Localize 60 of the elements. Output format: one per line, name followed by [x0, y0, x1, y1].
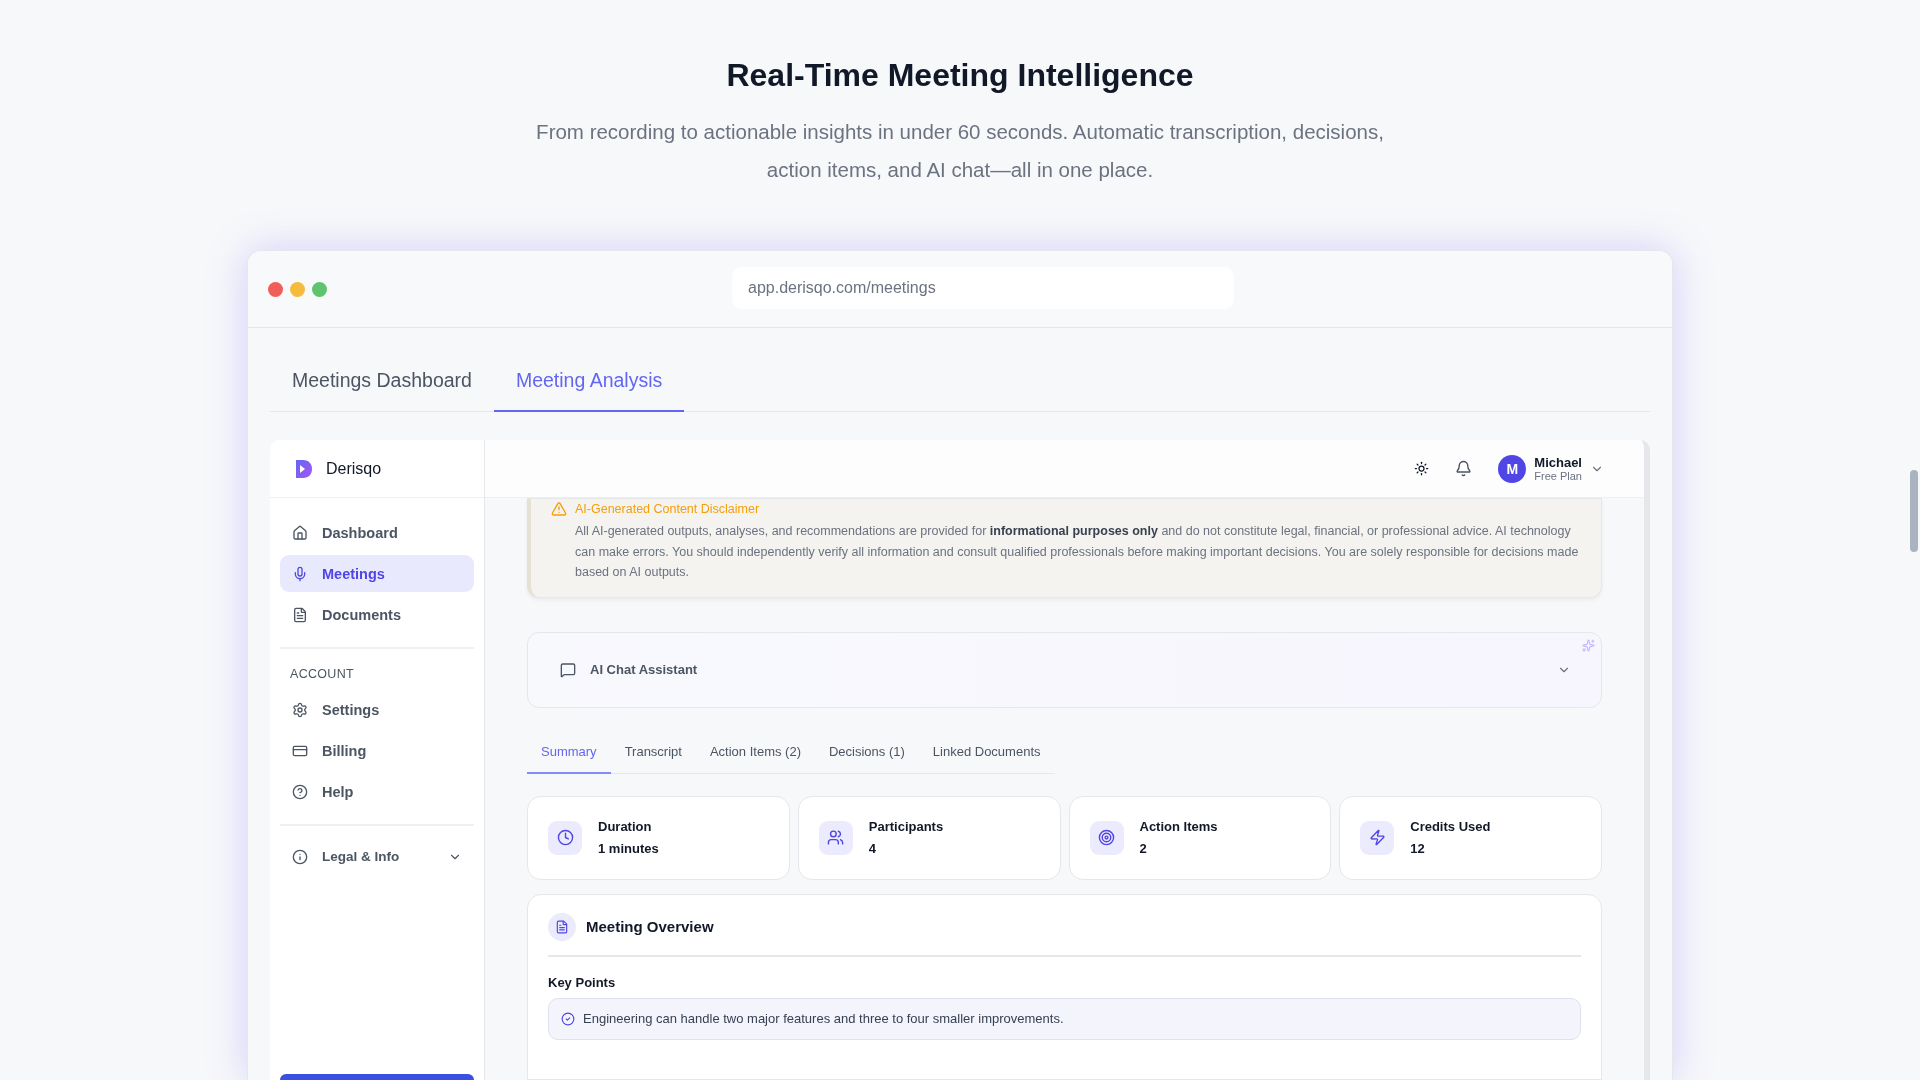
user-name: Michael	[1534, 455, 1582, 470]
content-tab[interactable]: Transcript	[610, 743, 696, 774]
key-points-heading: Key Points	[548, 974, 617, 990]
close-dot-icon[interactable]	[268, 281, 283, 297]
content-tab[interactable]: Action Items (2)	[695, 743, 815, 774]
stat-value: 1 minutes	[598, 841, 659, 856]
overview-title: Meeting Overview	[586, 918, 714, 935]
address-bar[interactable]: app.derisqo.com/meetings	[732, 267, 1234, 309]
document-icon	[548, 912, 576, 941]
minimize-dot-icon[interactable]	[290, 281, 305, 297]
theme-toggle-icon[interactable]	[1414, 461, 1430, 476]
lightning-icon	[1360, 820, 1395, 855]
user-plan: Free Plan	[1534, 470, 1582, 482]
stat-label: Action Items	[1139, 819, 1218, 834]
stat-label: Participants	[868, 819, 944, 834]
legal-info-menu[interactable]: Legal & Info	[280, 838, 474, 875]
info-icon	[292, 848, 308, 865]
clock-icon	[548, 820, 582, 855]
content-tab[interactable]: Linked Documents	[918, 743, 1055, 774]
maximize-dot-icon[interactable]	[312, 281, 327, 297]
logo-icon	[294, 458, 314, 479]
disclaimer-title: AI-Generated Content Disclaimer	[575, 502, 760, 516]
brand-name: Derisqo	[326, 459, 382, 478]
page-subtitle: From recording to actionable insights in under 60 seconds. Automatic transcription, decisions,	[536, 120, 1384, 144]
content-tab[interactable]: Summary	[527, 743, 611, 774]
stat-value: 4	[868, 841, 877, 856]
chat-icon	[560, 661, 576, 678]
page-subtitle: action items, and AI chat—all in one place.	[766, 158, 1154, 182]
gear-icon	[292, 701, 308, 718]
sidebar-item[interactable]: Billing	[280, 732, 474, 769]
sparkle-icon	[1582, 638, 1595, 652]
sidebar-item[interactable]: Settings	[280, 691, 474, 728]
user-avatar[interactable]: M	[1498, 454, 1527, 483]
help-icon	[292, 783, 308, 800]
sidebar-item[interactable]: Meetings	[280, 555, 474, 592]
bell-icon[interactable]	[1455, 460, 1473, 477]
chat-assistant-label: AI Chat Assistant	[590, 662, 699, 677]
content-tab[interactable]: Decisions (1)	[814, 743, 919, 774]
stat-value: 12	[1410, 841, 1426, 856]
home-icon	[292, 524, 308, 541]
sidebar-item[interactable]: Documents	[280, 596, 474, 633]
page-heading: Real-Time Meeting Intelligence	[726, 57, 1194, 94]
microphone-icon	[292, 565, 308, 582]
check-circle-icon	[561, 1011, 575, 1026]
scrollbar-thumb[interactable]	[1910, 470, 1918, 552]
stat-value: 2	[1139, 841, 1148, 856]
section-heading: ACCOUNT	[289, 666, 355, 683]
warning-icon	[551, 501, 567, 517]
chat-assistant-panel[interactable]: AI Chat Assistant	[527, 631, 1602, 708]
key-point-text: Engineering can handle two major features and three to four smaller improvements.	[583, 1011, 1064, 1026]
stat-label: Duration	[598, 819, 653, 834]
sidebar-item[interactable]: Dashboard	[280, 514, 474, 551]
sidebar-item[interactable]: Help	[280, 773, 474, 810]
disclaimer-text: All AI-generated outputs, analyses, and recommendations are provided for informational purposes only and do not constitute legal, financial, or professional advice. AI technology can make errors. You should independently verify all information and consult qualified professionals before making important decisions. You are solely responsible for decisions made based on AI outputs.	[575, 523, 1580, 581]
page-tab[interactable]: Meeting Analysis	[493, 369, 685, 412]
stat-label: Credits Used	[1410, 819, 1491, 834]
document-icon	[292, 606, 308, 623]
users-icon	[818, 820, 853, 855]
target-icon	[1089, 820, 1124, 855]
page-tab[interactable]: Meetings Dashboard	[270, 369, 494, 412]
